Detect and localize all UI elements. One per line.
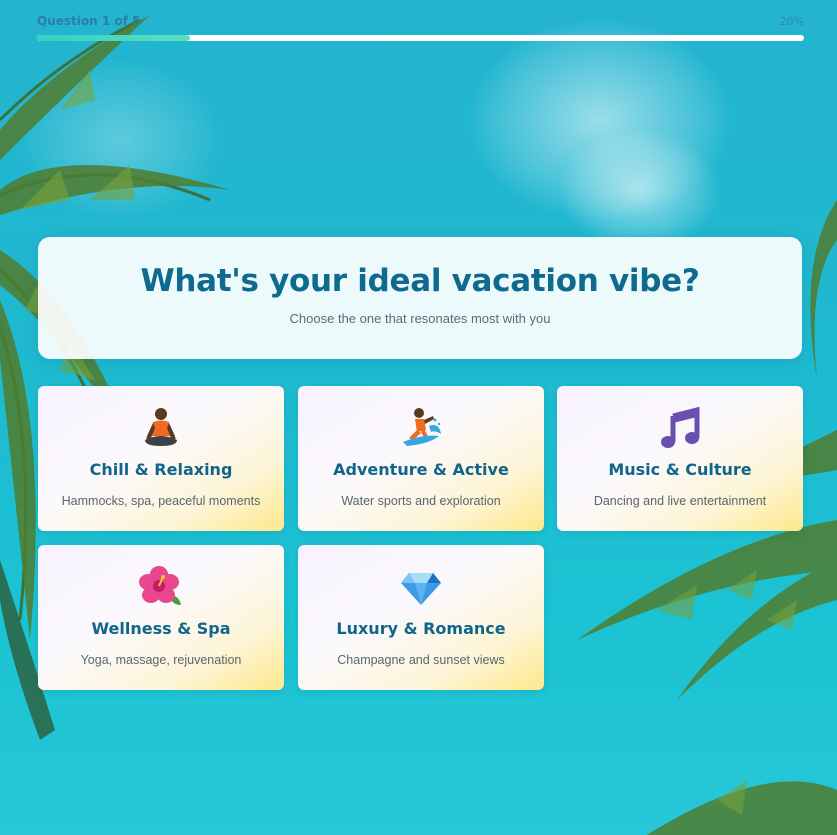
progress-label: Question 1 of 5 xyxy=(37,14,141,28)
option-title: Chill & Relaxing xyxy=(89,460,233,479)
option-description: Champagne and sunset views xyxy=(337,653,505,667)
option-chill-relaxing[interactable]: Chill & Relaxing Hammocks, spa, peaceful… xyxy=(38,386,284,531)
option-title: Wellness & Spa xyxy=(91,619,231,638)
option-title: Adventure & Active xyxy=(333,460,509,479)
option-description: Water sports and exploration xyxy=(341,494,501,508)
meditation-icon xyxy=(38,406,284,450)
question-subtitle: Choose the one that resonates most with … xyxy=(289,311,551,326)
question-title: What's your ideal vacation vibe? xyxy=(140,263,700,299)
option-music-culture[interactable]: Music & Culture Dancing and live enterta… xyxy=(557,386,803,531)
progress-bar xyxy=(37,35,804,41)
option-wellness-spa[interactable]: Wellness & Spa Yoga, massage, rejuvenati… xyxy=(38,545,284,690)
progress-bar-fill xyxy=(37,35,191,41)
option-title: Luxury & Romance xyxy=(336,619,506,638)
surfer-icon xyxy=(298,406,544,450)
option-description: Hammocks, spa, peaceful moments xyxy=(61,494,261,508)
option-luxury-romance[interactable]: Luxury & Romance Champagne and sunset vi… xyxy=(298,545,544,690)
music-notes-icon xyxy=(557,406,803,450)
progress-percent: 20% xyxy=(779,14,804,28)
progress-section: Question 1 of 5 20% xyxy=(37,12,804,41)
option-adventure-active[interactable]: Adventure & Active Water sports and expl… xyxy=(298,386,544,531)
option-description: Dancing and live entertainment xyxy=(593,494,767,508)
diamond-icon xyxy=(298,565,544,609)
option-description: Yoga, massage, rejuvenation xyxy=(80,653,242,667)
option-title: Music & Culture xyxy=(608,460,752,479)
question-card: What's your ideal vacation vibe? Choose … xyxy=(38,237,802,359)
hibiscus-icon xyxy=(38,565,284,609)
